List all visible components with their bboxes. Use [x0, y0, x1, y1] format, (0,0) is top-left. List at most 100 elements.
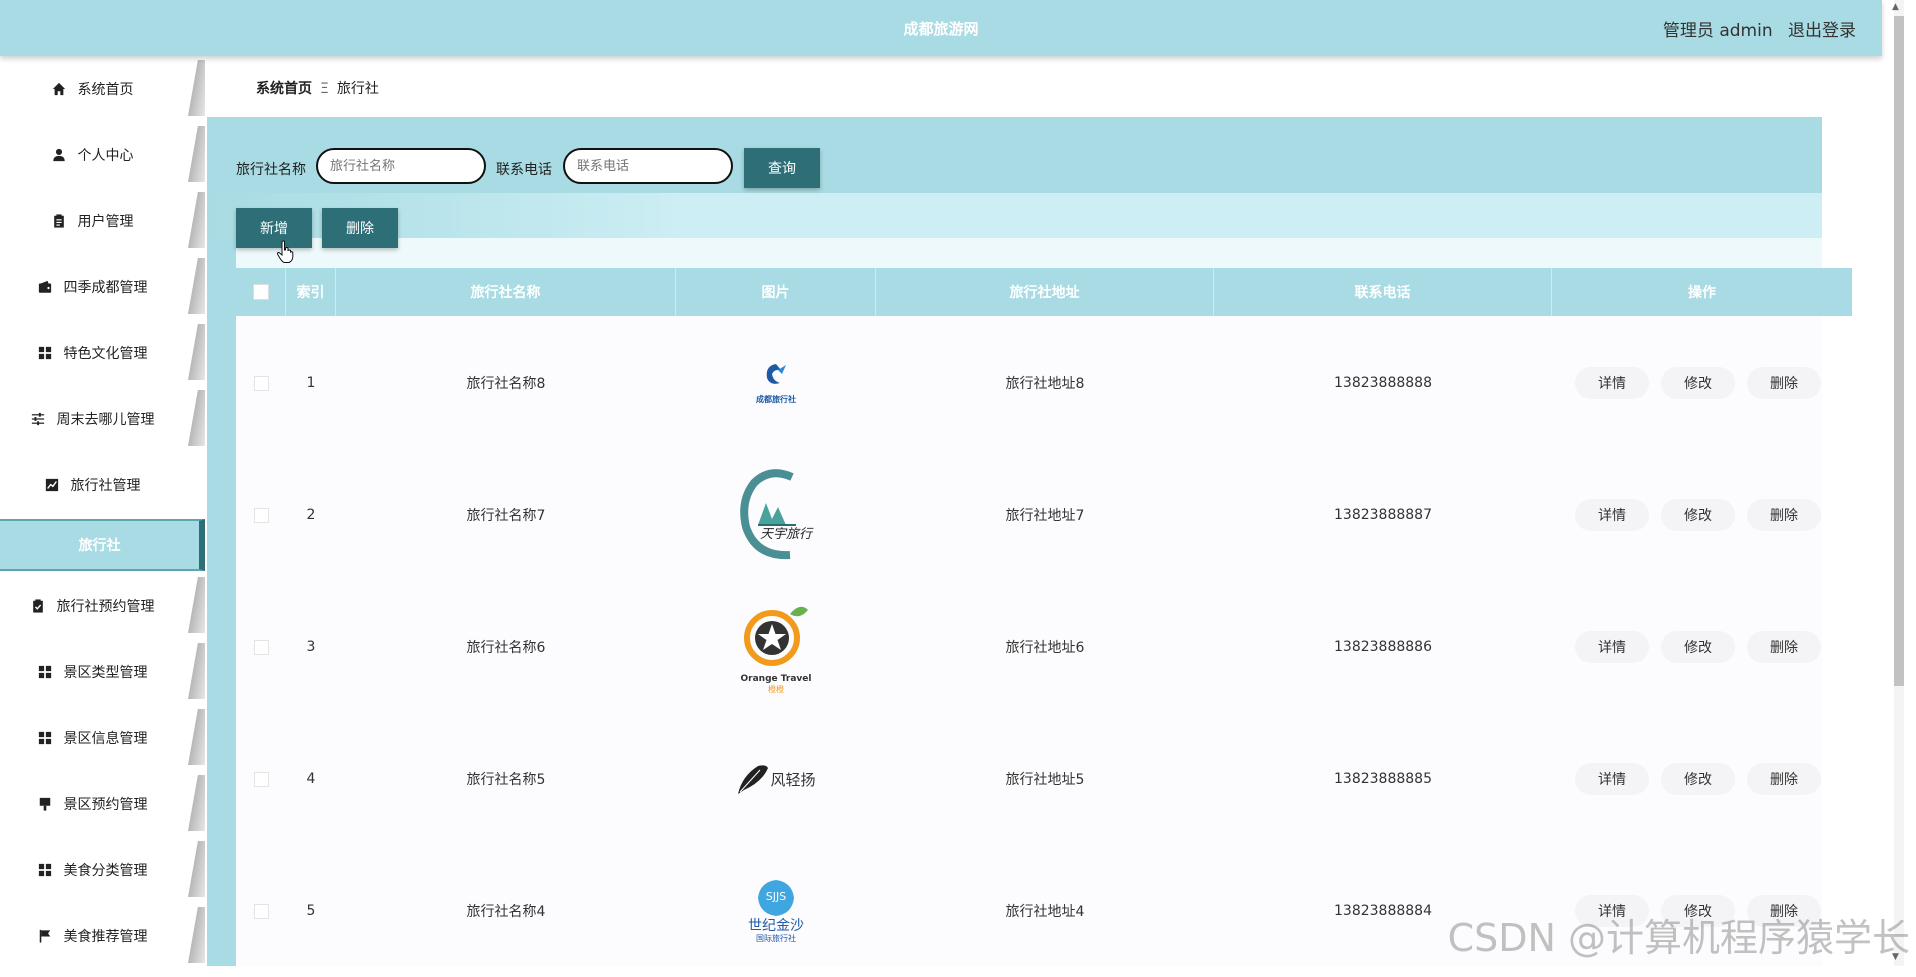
row-checkbox[interactable]	[253, 375, 269, 391]
delete-button[interactable]: 删除	[1747, 763, 1821, 795]
chart-icon	[45, 478, 58, 492]
sidebar-item-food-category[interactable]: 美食分类管理	[0, 837, 205, 903]
sidebar-item-users[interactable]: 用户管理	[0, 188, 205, 254]
sidebar-item-divider	[187, 643, 205, 699]
agency-logo-image: Orange Travel 橙橙	[736, 600, 816, 695]
row-index: 3	[306, 639, 316, 655]
top-header: 成都旅游网 管理员 admin 退出登录	[0, 0, 1882, 56]
sidebar: 系统首页 个人中心 用户管理 四季成都管理 特色文化管理 周末去哪儿管理 旅行社…	[0, 56, 205, 969]
breadcrumb: 系统首页 Ξ 旅行社	[256, 78, 379, 98]
sidebar-item-divider	[187, 126, 205, 182]
detail-button[interactable]: 详情	[1575, 763, 1649, 795]
add-button[interactable]: 新增	[236, 208, 312, 248]
sidebar-item-profile[interactable]: 个人中心	[0, 122, 205, 188]
logo-text: 天宇旅行	[760, 527, 813, 542]
delete-button[interactable]: 删除	[1747, 499, 1821, 531]
column-header: 旅行社名称	[336, 268, 676, 316]
row-checkbox[interactable]	[253, 639, 269, 655]
agency-logo-image: SJJS 世纪金沙 国际旅行社	[741, 878, 811, 944]
row-agency-name: 旅行社名称4	[466, 904, 546, 920]
agency-name-input[interactable]	[316, 148, 486, 184]
grid-icon	[38, 863, 51, 877]
column-header: 联系电话	[1214, 268, 1552, 316]
detail-button[interactable]: 详情	[1575, 499, 1649, 531]
sidebar-item-scenic-booking[interactable]: 景区预约管理	[0, 771, 205, 837]
edit-button[interactable]: 修改	[1661, 763, 1735, 795]
edit-button[interactable]: 修改	[1661, 367, 1735, 399]
phone-input[interactable]	[563, 148, 733, 184]
table-header: 索引 旅行社名称 图片 旅行社地址 联系电话 操作	[236, 268, 1852, 316]
sidebar-item-label: 美食分类管理	[63, 863, 148, 879]
row-phone: 13823888887	[1334, 507, 1432, 523]
row-index: 5	[306, 903, 316, 919]
sidebar-item-divider	[187, 709, 205, 765]
row-address: 旅行社地址4	[1005, 904, 1085, 920]
row-checkbox[interactable]	[253, 771, 269, 787]
sidebar-item-divider	[187, 841, 205, 897]
table-row: 2 旅行社名称7 天宇旅行 旅行社地址7 13823888887 详情 修改 删…	[236, 449, 1852, 581]
sidebar-item-label: 美食推荐管理	[63, 929, 148, 945]
detail-button[interactable]: 详情	[1575, 631, 1649, 663]
blue-bird-logo-icon	[766, 364, 786, 384]
agency-logo-image: 风轻扬	[736, 762, 816, 796]
detail-button[interactable]: 详情	[1575, 367, 1649, 399]
select-all-checkbox[interactable]	[252, 284, 269, 300]
sidebar-item-agency-mgmt[interactable]: 旅行社管理	[0, 452, 205, 518]
batch-delete-button[interactable]: 删除	[322, 208, 398, 248]
sidebar-item-label: 四季成都管理	[63, 280, 148, 296]
row-agency-name: 旅行社名称6	[466, 640, 546, 656]
brush-icon	[39, 797, 50, 811]
sidebar-item-label: 景区类型管理	[63, 665, 148, 681]
sidebar-item-seasons[interactable]: 四季成都管理	[0, 254, 205, 320]
agency-logo-image: 天宇旅行	[736, 467, 816, 563]
query-button[interactable]: 查询	[744, 148, 820, 188]
sidebar-item-label: 特色文化管理	[63, 346, 148, 362]
row-address: 旅行社地址6	[1005, 640, 1085, 656]
row-checkbox[interactable]	[253, 507, 269, 523]
sidebar-subitem-agency[interactable]: 旅行社	[0, 519, 205, 571]
scroll-up-icon[interactable]: ▲	[1892, 2, 1899, 12]
feather-logo-icon	[738, 765, 769, 794]
clipboard-check-icon	[32, 599, 43, 613]
sidebar-item-scenic-type[interactable]: 景区类型管理	[0, 639, 205, 705]
sidebar-item-food-recommend[interactable]: 美食推荐管理	[0, 903, 205, 969]
sidebar-item-divider	[187, 258, 205, 314]
row-phone: 13823888885	[1334, 771, 1432, 787]
breadcrumb-home[interactable]: 系统首页	[256, 81, 312, 97]
row-image: Orange Travel 橙橙	[676, 581, 876, 713]
vertical-scrollbar[interactable]: ▲ ▼	[1882, 0, 1916, 966]
logo-subtext: 橙橙	[768, 684, 784, 694]
sidebar-item-home[interactable]: 系统首页	[0, 56, 205, 122]
logout-link[interactable]: 退出登录	[1788, 21, 1856, 41]
edit-button[interactable]: 修改	[1661, 631, 1735, 663]
flag-icon	[39, 929, 50, 943]
row-agency-name: 旅行社名称8	[466, 376, 546, 392]
row-index: 1	[306, 375, 316, 391]
agency-name-label: 旅行社名称	[236, 162, 306, 178]
breadcrumb-separator: Ξ	[320, 81, 329, 97]
logo-text: 成都旅行社	[756, 395, 796, 404]
edit-button[interactable]: 修改	[1661, 499, 1735, 531]
column-header: 旅行社地址	[876, 268, 1214, 316]
sidebar-item-scenic-info[interactable]: 景区信息管理	[0, 705, 205, 771]
sidebar-item-divider	[187, 192, 205, 248]
home-icon	[52, 82, 65, 96]
table-row: 4 旅行社名称5 风轻扬 旅行社地址5 13823888885 详情 修改 删除	[236, 713, 1852, 845]
tianyu-travel-logo-icon	[740, 469, 796, 560]
clipboard-icon	[53, 214, 64, 228]
content-left-accent	[207, 117, 236, 966]
sidebar-item-culture[interactable]: 特色文化管理	[0, 320, 205, 386]
delete-button[interactable]: 删除	[1747, 631, 1821, 663]
delete-button[interactable]: 删除	[1747, 367, 1821, 399]
column-header: 索引	[286, 268, 336, 316]
grid-icon	[38, 731, 51, 745]
sidebar-item-divider	[187, 324, 205, 380]
row-phone: 13823888886	[1334, 639, 1432, 655]
row-index: 4	[306, 771, 316, 787]
sidebar-item-weekend[interactable]: 周末去哪儿管理	[0, 386, 205, 452]
sidebar-item-divider	[187, 60, 205, 116]
sidebar-item-agency-booking[interactable]: 旅行社预约管理	[0, 573, 205, 639]
row-checkbox[interactable]	[253, 903, 269, 919]
row-image: 成都旅行社	[676, 317, 876, 449]
scrollbar-thumb[interactable]	[1894, 16, 1904, 686]
